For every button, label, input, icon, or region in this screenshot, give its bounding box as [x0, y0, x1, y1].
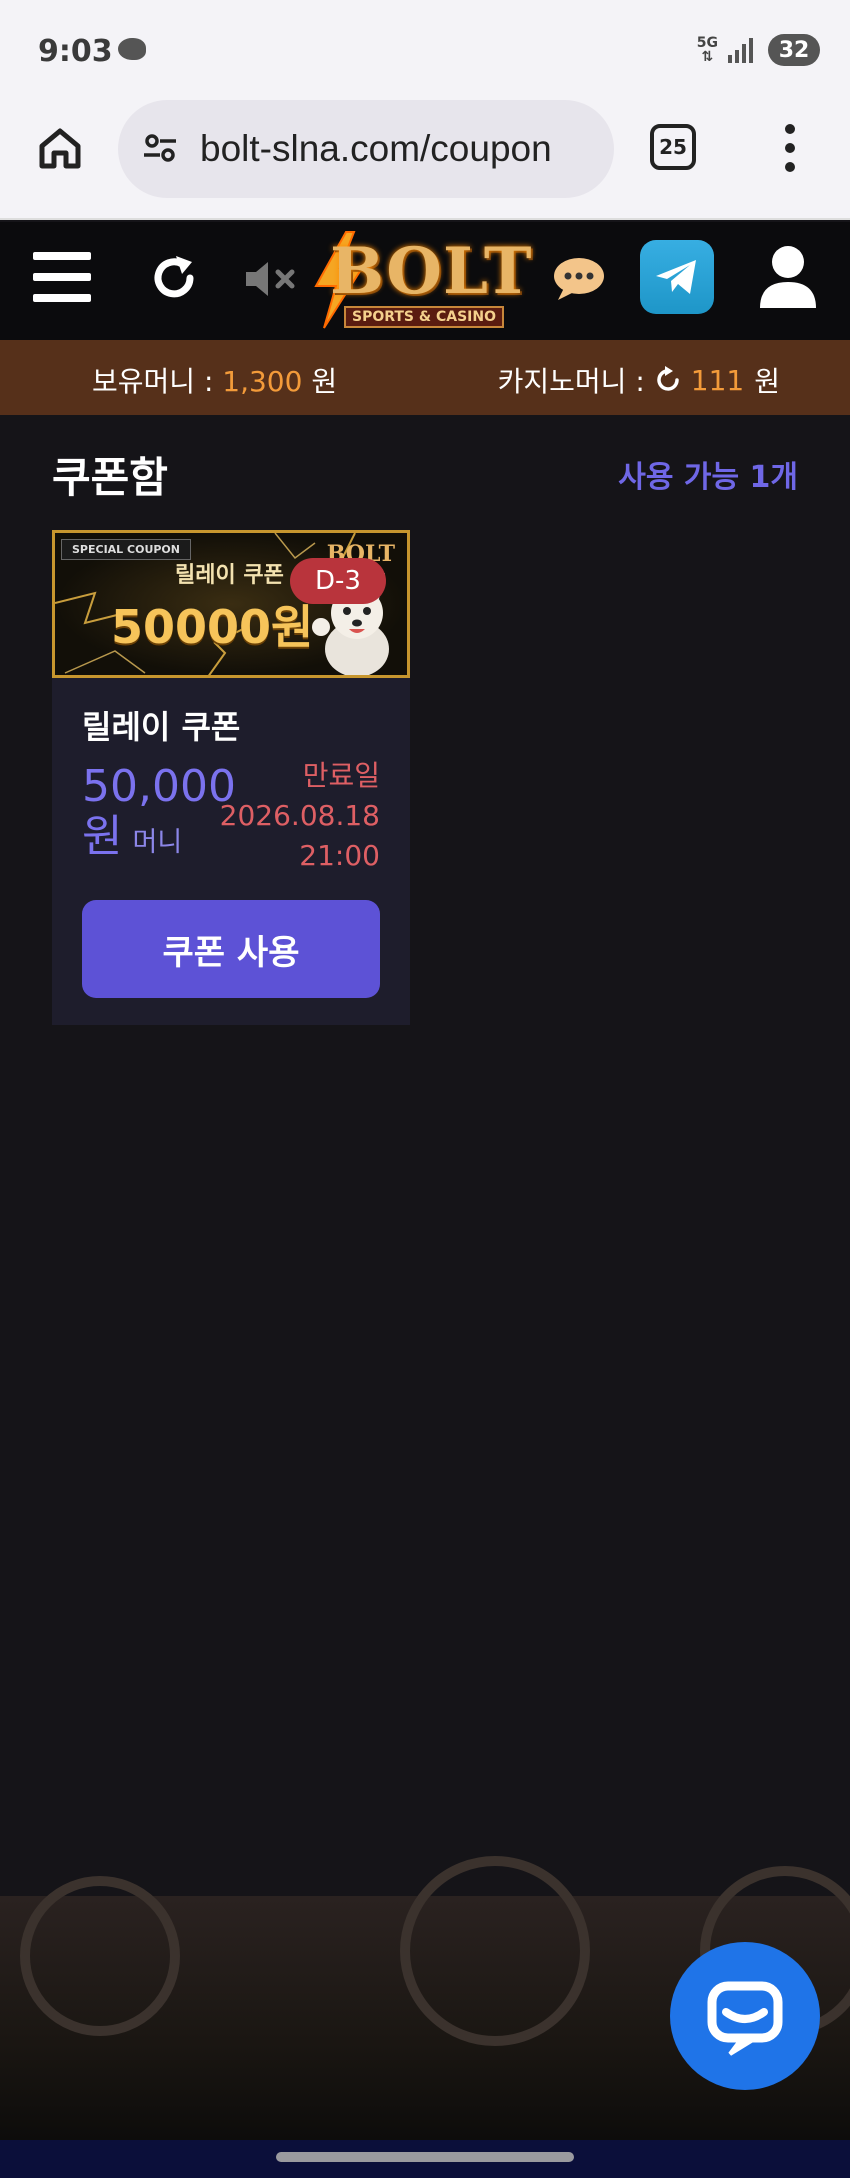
special-coupon-tag: SPECIAL COUPON: [61, 539, 191, 560]
coupon-amount-value: 50,000: [82, 761, 236, 812]
page-title: 쿠폰함: [52, 453, 168, 502]
balance-bar: 보유머니 : 1,300 원 카지노머니 : 111 원: [0, 340, 850, 415]
coupon-amount: 50,000 원 머니: [82, 762, 236, 868]
hamburger-menu-icon[interactable]: [33, 252, 91, 302]
logo-subtitle: SPORTS & CASINO: [344, 306, 504, 328]
address-bar[interactable]: bolt-slna.com/coupon: [118, 100, 614, 198]
more-options-icon[interactable]: [780, 124, 800, 172]
site-settings-icon[interactable]: [140, 128, 180, 168]
money-value: 1,300: [222, 365, 303, 398]
refresh-icon[interactable]: [148, 252, 200, 304]
sound-muted-icon[interactable]: [244, 258, 298, 300]
use-coupon-button[interactable]: 쿠폰 사용: [82, 900, 380, 998]
piggy-bank-icon: [118, 38, 146, 60]
expire-label: 만료일: [302, 759, 380, 792]
live-chat-button[interactable]: [670, 1942, 820, 2090]
site-logo[interactable]: BOLT SPORTS & CASINO: [308, 230, 548, 334]
decor-wheel: [400, 1856, 590, 2046]
casino-value: 111: [690, 363, 745, 397]
url-text: bolt-slna.com/coupon: [200, 128, 552, 169]
coupon-type: 머니: [132, 827, 183, 858]
logo-text: BOLT: [330, 234, 533, 309]
status-bar: 9:03 5G ⇅ 32: [0, 0, 850, 96]
banner-amount: 50000원: [111, 600, 314, 654]
status-indicators: 5G ⇅ 32: [697, 34, 820, 66]
battery-indicator: 32: [768, 34, 820, 66]
user-profile-icon[interactable]: [758, 244, 818, 310]
coupon-banner-image: SPECIAL COUPON 릴레이 쿠폰 50000원 BOLT: [52, 530, 410, 678]
casino-refresh-icon[interactable]: [653, 365, 683, 395]
gesture-handle[interactable]: [276, 2152, 574, 2162]
tab-switcher-button[interactable]: 25: [650, 124, 696, 170]
network-type: 5G ⇅: [696, 35, 718, 65]
coupon-card: SPECIAL COUPON 릴레이 쿠폰 50000원 BOLT 릴레이 쿠폰…: [52, 530, 410, 1025]
banner-title: 릴레이 쿠폰: [175, 563, 284, 588]
coupon-amount-unit: 원: [82, 811, 123, 862]
expire-info: 만료일 2026.08.18 21:00: [220, 756, 380, 876]
chat-icon: [707, 1981, 783, 2056]
coupon-name: 릴레이 쿠폰: [82, 708, 241, 746]
decor-wheel: [20, 1876, 180, 2036]
expire-time: 21:00: [299, 839, 380, 872]
signal-icon: [728, 37, 758, 63]
chat-bubble-icon[interactable]: [552, 256, 606, 302]
expire-date: 2026.08.18: [219, 799, 380, 832]
home-icon[interactable]: [36, 124, 84, 172]
status-time: 9:03: [38, 34, 113, 69]
site-header: BOLT SPORTS & CASINO: [0, 222, 850, 340]
dday-badge: D-3: [290, 558, 386, 604]
casino-balance: 카지노머니 : 111 원: [497, 363, 780, 399]
money-balance: 보유머니 : 1,300 원: [92, 365, 338, 398]
browser-toolbar: bolt-slna.com/coupon 25: [0, 96, 850, 220]
telegram-icon[interactable]: [640, 240, 714, 314]
available-count: 사용 가능 1개: [618, 460, 798, 495]
